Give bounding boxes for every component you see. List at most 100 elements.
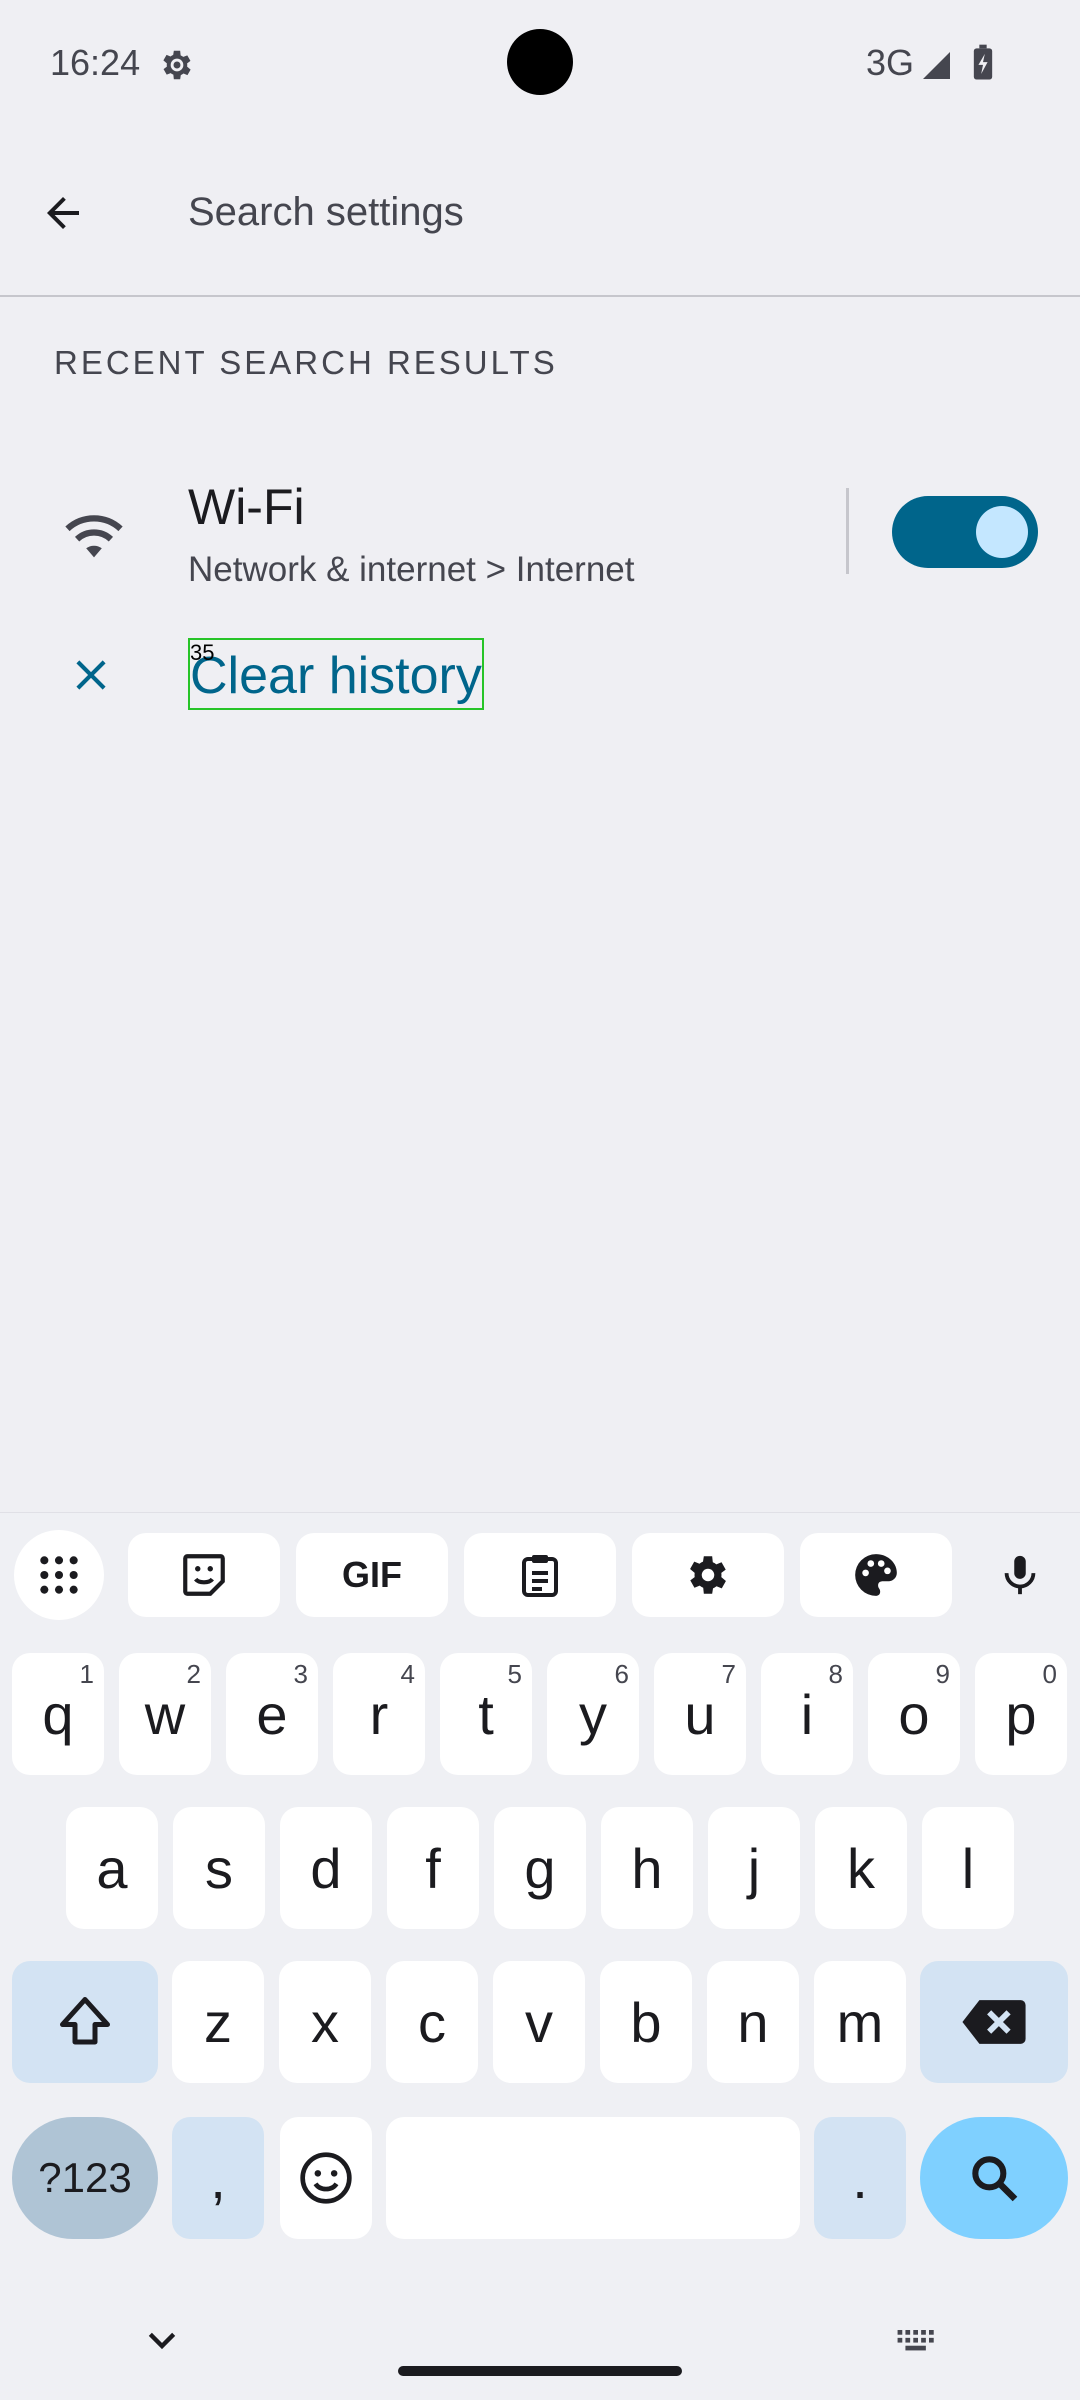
keyboard-settings-button[interactable]	[632, 1533, 784, 1617]
key-label: o	[898, 1682, 930, 1746]
key-row-1: q1w2e3r4t5y6u7i8o9p0	[0, 1653, 1080, 1777]
key-hint: 2	[186, 1659, 201, 1689]
key-k[interactable]: k	[815, 1807, 907, 1929]
key-n[interactable]: n	[707, 1961, 799, 2083]
key-z[interactable]: z	[172, 1961, 264, 2083]
keyboard: GIF q 1 w 2 e 3 r 4 t 5 y 6 u 7 i 8 o 9 …	[0, 1512, 1080, 2400]
hide-keyboard-chevron-icon[interactable]	[142, 2326, 182, 2356]
result-divider	[846, 488, 849, 574]
status-time: 16:24	[50, 42, 141, 83]
key-label: y	[579, 1682, 607, 1746]
status-bar: 16:24 3G	[0, 0, 1080, 128]
key-l[interactable]: l	[922, 1807, 1014, 1929]
key-label: e	[256, 1682, 288, 1746]
symbols-key[interactable]: ?123	[12, 2117, 158, 2239]
theme-button[interactable]	[800, 1533, 952, 1617]
close-icon	[76, 660, 106, 690]
emoji-icon	[300, 2152, 352, 2204]
key-e[interactable]: e3	[226, 1653, 318, 1775]
key-label: p	[1005, 1682, 1037, 1746]
key-row-4: ?123 , .	[0, 2117, 1080, 2241]
key-g[interactable]: g	[494, 1807, 586, 1929]
key-u[interactable]: u7	[654, 1653, 746, 1775]
apps-grid-icon	[40, 1556, 78, 1594]
key-r[interactable]: r4	[333, 1653, 425, 1775]
result-title: Wi-Fi	[188, 479, 305, 535]
key-d[interactable]: d	[280, 1807, 372, 1929]
period-key[interactable]: .	[814, 2117, 906, 2239]
network-type: 3G	[865, 42, 914, 83]
key-y[interactable]: y6	[547, 1653, 639, 1775]
palette-icon	[855, 1554, 897, 1596]
search-icon	[972, 2156, 1018, 2202]
keyboard-switch-icon[interactable]	[896, 2326, 940, 2356]
key-x[interactable]: x	[279, 1961, 371, 2083]
settings-icon	[690, 1556, 726, 1594]
clipboard-button[interactable]	[464, 1533, 616, 1617]
voice-input-button[interactable]	[978, 1533, 1062, 1617]
key-b[interactable]: b	[600, 1961, 692, 2083]
clear-history-button[interactable]: Clear history	[188, 638, 484, 710]
mic-icon	[1004, 1555, 1036, 1595]
battery-charging-icon	[973, 44, 993, 80]
element-index-tag: 35	[190, 640, 215, 665]
key-row-3: zxcvbnm	[0, 1961, 1080, 2085]
key-label: q	[42, 1682, 74, 1746]
signal-icon	[923, 52, 950, 79]
key-hint: 1	[79, 1659, 94, 1689]
header-divider	[0, 295, 1080, 297]
wifi-toggle[interactable]	[892, 496, 1038, 568]
search-result-wifi[interactable]: Wi-Fi Network & internet > Internet	[0, 440, 1080, 620]
wifi-icon	[65, 515, 123, 558]
key-hint: 8	[828, 1659, 843, 1689]
result-breadcrumb: Network & internet > Internet	[188, 550, 635, 589]
key-p[interactable]: p0	[975, 1653, 1067, 1775]
search-header	[0, 128, 1080, 296]
sticker-icon	[183, 1554, 225, 1596]
key-hint: 6	[614, 1659, 629, 1689]
key-v[interactable]: v	[493, 1961, 585, 2083]
key-label: u	[684, 1682, 716, 1746]
key-c[interactable]: c	[386, 1961, 478, 2083]
key-s[interactable]: s	[173, 1807, 265, 1929]
arrow-back-icon	[47, 197, 79, 229]
key-i[interactable]: i8	[761, 1653, 853, 1775]
key-hint: 0	[1042, 1659, 1057, 1689]
shift-key[interactable]	[12, 1961, 158, 2083]
key-m[interactable]: m	[814, 1961, 906, 2083]
front-camera	[507, 29, 573, 95]
key-w[interactable]: w2	[119, 1653, 211, 1775]
sticker-button[interactable]	[128, 1533, 280, 1617]
section-title: RECENT SEARCH RESULTS	[54, 344, 558, 381]
navigation-bar	[0, 2270, 1080, 2400]
key-row-2: asdfghjkl	[0, 1807, 1080, 1931]
clipboard-icon	[522, 1555, 558, 1597]
key-f[interactable]: f	[387, 1807, 479, 1929]
key-h[interactable]: h	[601, 1807, 693, 1929]
key-hint: 4	[400, 1659, 415, 1689]
key-hint: 9	[935, 1659, 950, 1689]
settings-status-icon	[163, 50, 191, 80]
key-a[interactable]: a	[66, 1807, 158, 1929]
search-input[interactable]	[188, 180, 1008, 244]
clear-history-row[interactable]: Clear history 35	[0, 620, 1080, 730]
key-hint: 5	[507, 1659, 522, 1689]
gif-button[interactable]: GIF	[296, 1533, 448, 1617]
search-key[interactable]	[920, 2117, 1068, 2239]
key-o[interactable]: o9	[868, 1653, 960, 1775]
comma-key[interactable]: ,	[172, 2117, 264, 2239]
key-label: t	[478, 1682, 494, 1746]
space-key[interactable]	[386, 2117, 800, 2239]
key-label: w	[144, 1682, 186, 1746]
toggle-knob	[976, 506, 1028, 558]
key-t[interactable]: t5	[440, 1653, 532, 1775]
key-q[interactable]: q1	[12, 1653, 104, 1775]
emoji-key[interactable]	[280, 2117, 372, 2239]
keyboard-toolbar: GIF	[0, 1530, 1080, 1625]
key-j[interactable]: j	[708, 1807, 800, 1929]
apps-grid-button[interactable]	[14, 1530, 104, 1620]
home-gesture-bar[interactable]	[398, 2366, 682, 2376]
backspace-key[interactable]	[920, 1961, 1068, 2083]
back-button[interactable]	[28, 178, 98, 248]
backspace-icon	[962, 2000, 1026, 2044]
